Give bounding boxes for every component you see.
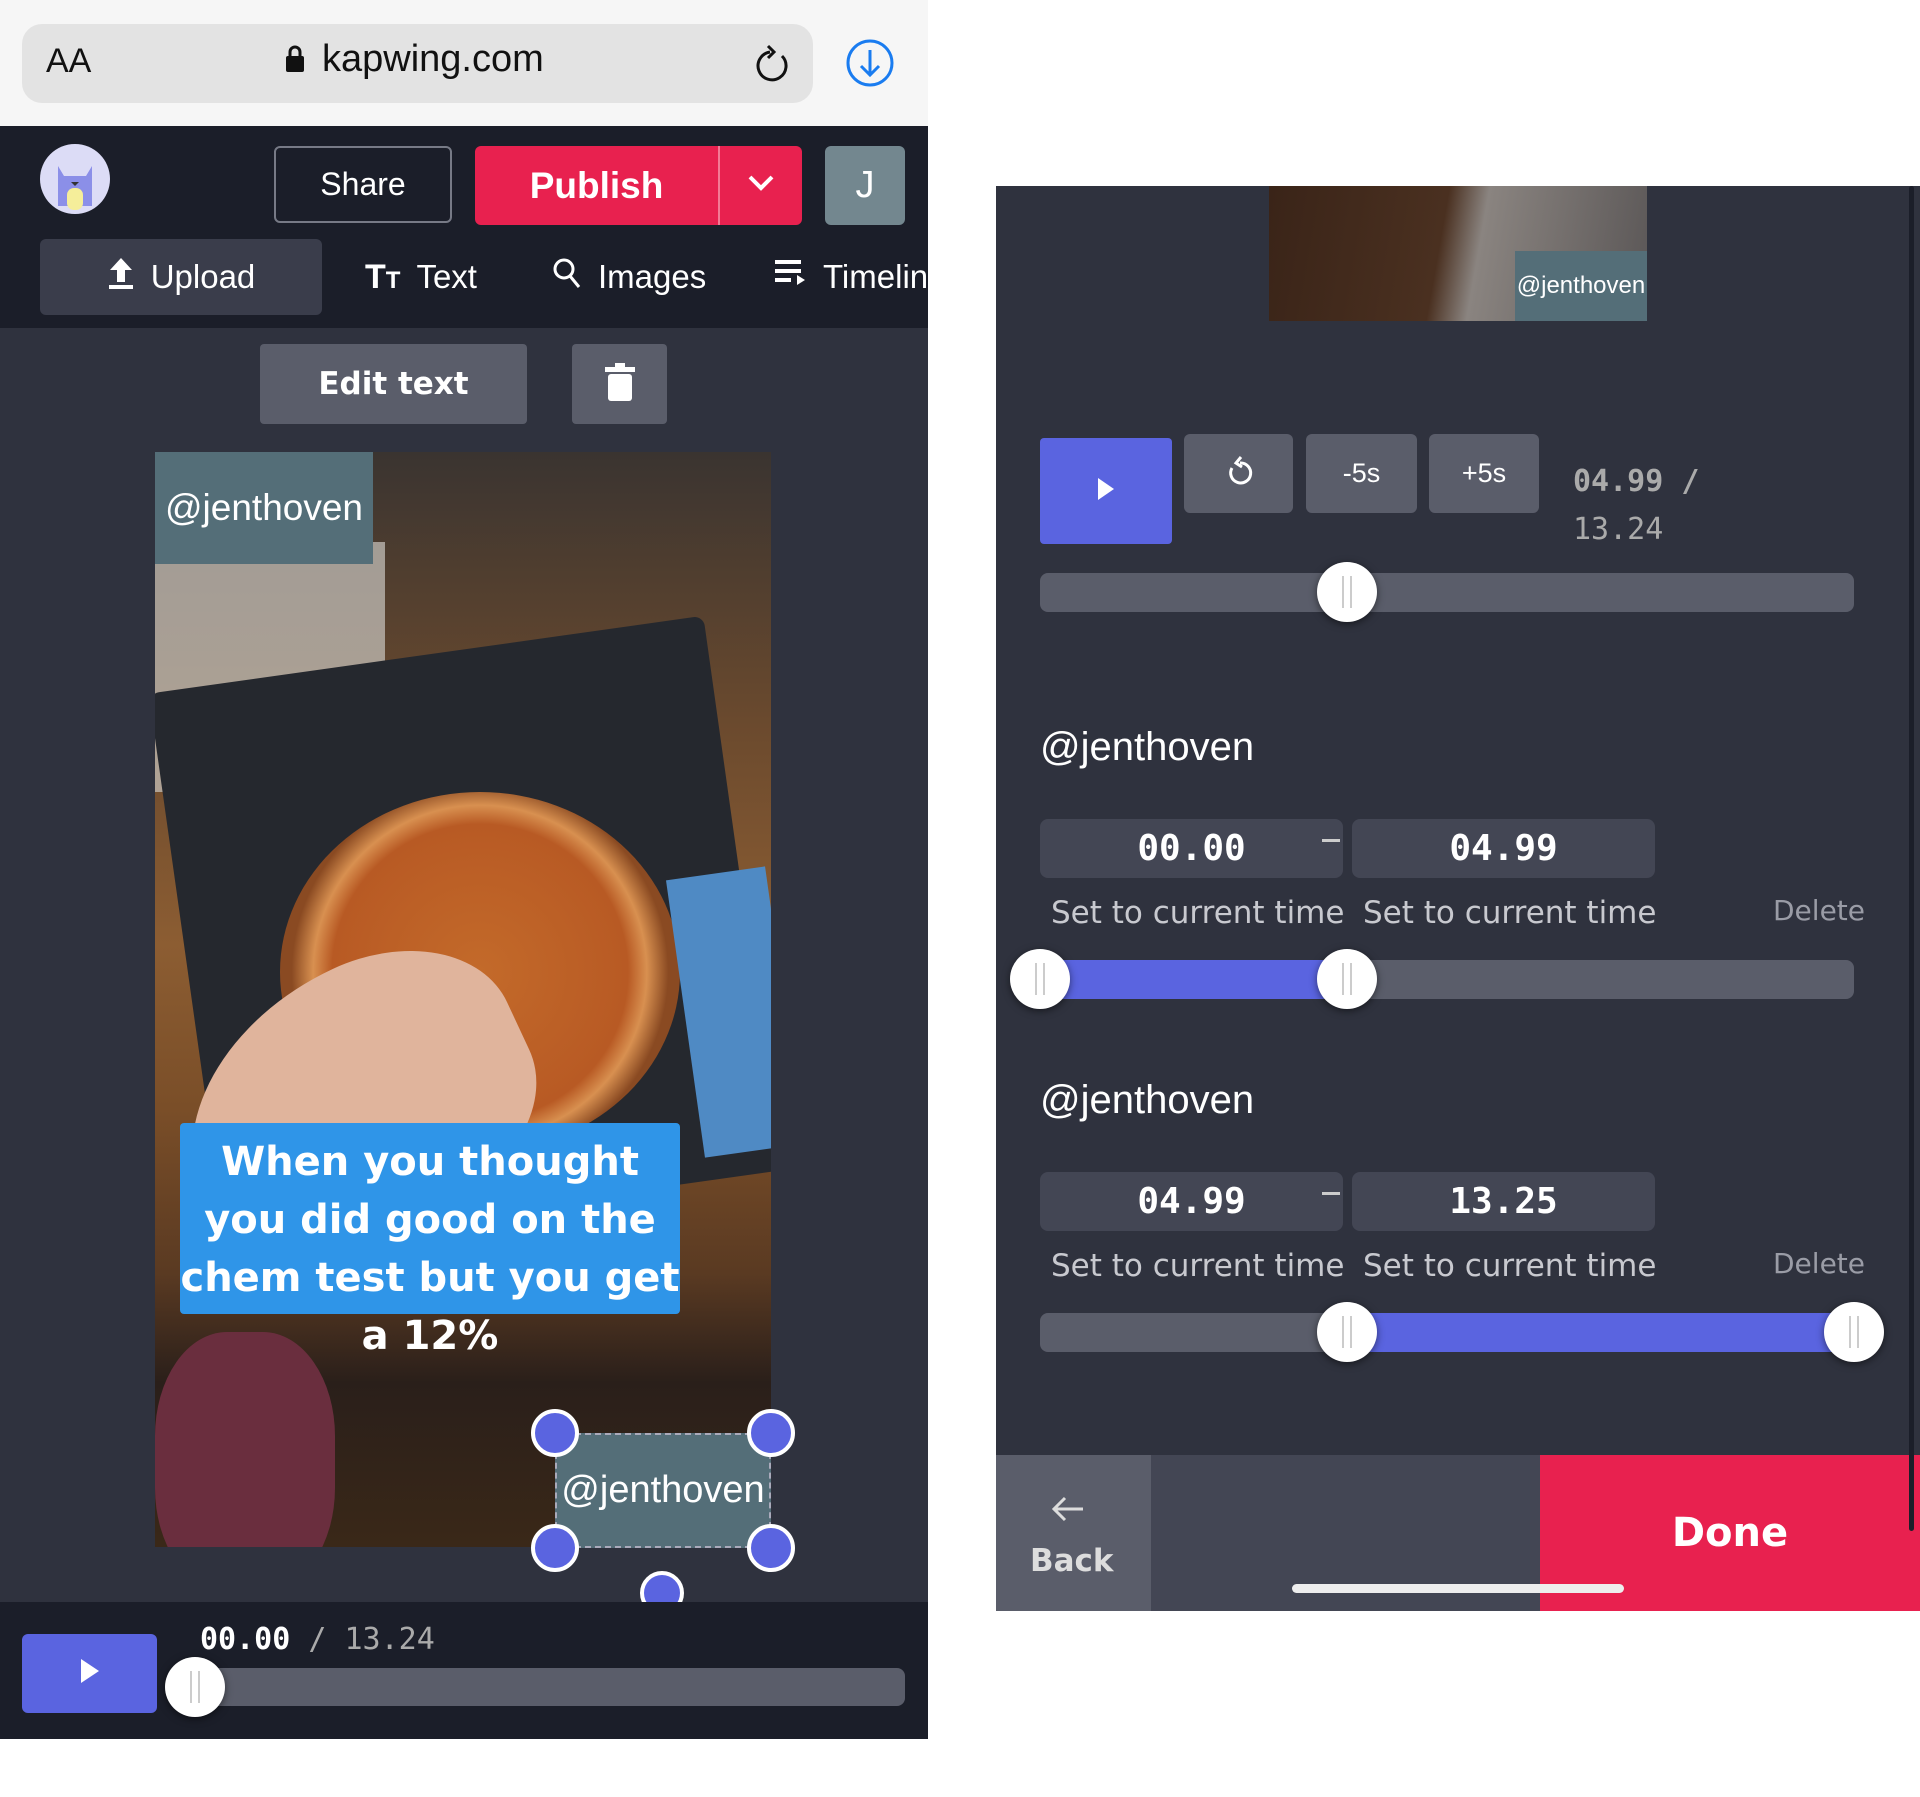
delete-layer-button[interactable] <box>572 344 667 424</box>
lock-icon <box>284 44 306 72</box>
app-header: Share Publish J Upload TT Text Images Ti… <box>0 126 928 328</box>
top-text-overlay[interactable]: @jenthoven <box>155 452 373 564</box>
range-start-knob[interactable] <box>1316 1302 1377 1362</box>
text-icon: TT <box>365 257 401 296</box>
share-button[interactable]: Share <box>274 146 452 223</box>
range-dash <box>1322 839 1340 842</box>
layer-title: @jenthoven <box>1040 725 1255 769</box>
publish-dropdown-button[interactable] <box>718 146 802 225</box>
set-end-current-button[interactable]: Set to current time <box>1363 895 1656 931</box>
player-seek-knob[interactable] <box>165 1657 225 1717</box>
caption-text-overlay[interactable]: When you thought you did good on the che… <box>180 1123 680 1359</box>
toolbar-text[interactable]: TT Text <box>365 239 477 315</box>
timing-panel: @jenthoven -5s +5s 04.99 / 13.24 @jentho… <box>996 186 1920 1611</box>
set-end-current-button[interactable]: Set to current time <box>1363 1248 1656 1284</box>
time-separator: / <box>308 1622 327 1657</box>
back-label: Back <box>1030 1543 1114 1579</box>
end-time-input[interactable]: 04.99 <box>1352 819 1655 878</box>
edit-text-button[interactable]: Edit text <box>260 344 527 424</box>
kapwing-logo-avatar[interactable] <box>40 144 110 214</box>
arrow-left-icon <box>1051 1495 1085 1528</box>
url-field[interactable]: AA kapwing.com <box>22 24 813 103</box>
player-seek-track[interactable] <box>196 1668 905 1706</box>
preview-label: @jenthoven <box>1515 251 1647 321</box>
video-frame[interactable] <box>155 452 771 1547</box>
toolbar-timeline[interactable]: Timelin <box>775 239 928 315</box>
home-indicator <box>1292 1584 1624 1593</box>
set-start-current-button[interactable]: Set to current time <box>1051 895 1344 931</box>
play-button[interactable] <box>22 1634 157 1713</box>
reload-icon[interactable] <box>752 42 792 91</box>
range-start-knob[interactable] <box>1010 949 1070 1009</box>
start-time-input[interactable]: 00.00 <box>1040 819 1343 878</box>
panel-seek-track[interactable] <box>1040 573 1854 612</box>
minus-5s-button[interactable]: -5s <box>1306 434 1417 513</box>
text-size-button[interactable]: AA <box>46 42 91 81</box>
resize-handle-top-left[interactable] <box>531 1409 579 1457</box>
delete-layer-link[interactable]: Delete <box>1773 894 1865 927</box>
toolbar-timeline-label: Timelin <box>823 258 929 295</box>
layer-title: @jenthoven <box>1040 1078 1255 1122</box>
start-time-input[interactable]: 04.99 <box>1040 1172 1343 1231</box>
editor-canvas-area: Edit text @jenthoven When you thought yo… <box>0 328 928 1615</box>
chevron-down-icon <box>746 173 776 198</box>
sleeve <box>155 1332 335 1547</box>
resize-handle-bottom-right[interactable] <box>747 1524 795 1572</box>
back-button[interactable]: Back <box>996 1455 1151 1611</box>
layer-range-fill <box>1346 1313 1854 1352</box>
player-bar: 00.00 / 13.24 <box>0 1602 928 1739</box>
range-end-knob[interactable] <box>1316 949 1377 1009</box>
play-icon <box>1098 477 1114 505</box>
user-avatar[interactable]: J <box>825 146 905 225</box>
toolbar-images[interactable]: Images <box>552 239 706 315</box>
selected-text-overlay[interactable]: @jenthoven <box>555 1433 771 1548</box>
toolbar-upload-label: Upload <box>150 258 256 295</box>
trash-icon <box>604 362 635 406</box>
panel-time: 04.99 / 13.24 <box>1573 458 1699 554</box>
toolbar-upload[interactable]: Upload <box>40 239 322 315</box>
upload-icon <box>107 256 135 298</box>
panel-play-button[interactable] <box>1040 438 1172 544</box>
publish-button[interactable]: Publish <box>475 146 718 225</box>
player-current-time: 00.00 <box>200 1622 291 1657</box>
resize-handle-top-right[interactable] <box>747 1409 795 1457</box>
panel-seek-knob[interactable] <box>1316 562 1377 622</box>
range-end-knob[interactable] <box>1824 1302 1884 1362</box>
timeline-icon <box>775 258 807 296</box>
end-time-input[interactable]: 13.25 <box>1352 1172 1655 1231</box>
set-start-current-button[interactable]: Set to current time <box>1051 1248 1344 1284</box>
player-total-time: 13.24 <box>344 1622 435 1657</box>
panel-current-time: 04.99 / <box>1573 464 1700 499</box>
preview-thumbnail: @jenthoven <box>1269 186 1647 321</box>
replay-button[interactable] <box>1184 434 1293 513</box>
scrollbar[interactable] <box>1909 186 1914 1531</box>
toolbar-text-label: Text <box>416 258 477 295</box>
play-icon <box>80 1659 99 1688</box>
toolbar-images-label: Images <box>598 258 707 295</box>
replay-icon <box>1224 454 1254 493</box>
panel-total-time: 13.24 <box>1573 512 1664 547</box>
plus-5s-button[interactable]: +5s <box>1429 434 1539 513</box>
layer-range-fill <box>1040 960 1347 999</box>
range-dash <box>1322 1192 1340 1195</box>
player-time: 00.00 / 13.24 <box>200 1622 435 1657</box>
download-icon[interactable] <box>845 38 895 93</box>
resize-handle-bottom-left[interactable] <box>531 1524 579 1572</box>
delete-layer-link[interactable]: Delete <box>1773 1247 1865 1280</box>
search-icon <box>552 256 582 298</box>
url-text: kapwing.com <box>322 38 544 80</box>
